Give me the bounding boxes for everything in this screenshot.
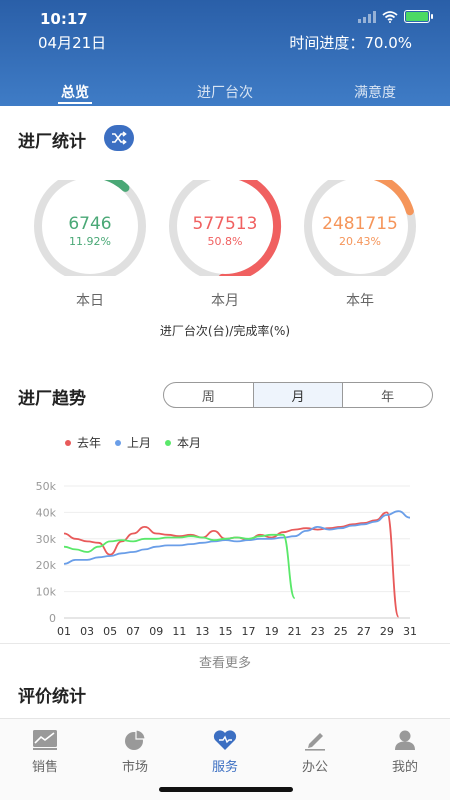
gauge-day: 6746 11.92%: [30, 170, 150, 282]
y-tick-label: 10k: [36, 586, 57, 599]
chart-legend: 去年 上月 本月: [65, 434, 201, 451]
status-icons: [358, 10, 433, 23]
period-year[interactable]: 年: [343, 383, 432, 407]
gauge-percent: 11.92%: [69, 235, 111, 248]
tabbar-label: 市场: [121, 760, 148, 775]
home-indicator: [159, 787, 293, 792]
x-tick-label: 21: [288, 625, 302, 638]
battery-icon: [404, 10, 433, 23]
series-line: [63, 511, 400, 618]
x-tick-label: 31: [403, 625, 417, 638]
tabbar-item-service[interactable]: 服务: [195, 729, 255, 775]
x-tick-label: 11: [172, 625, 186, 638]
gauge-percent: 20.43%: [339, 235, 381, 248]
user-icon: [395, 730, 415, 750]
tabbar-item-market[interactable]: 市场: [105, 729, 165, 775]
x-tick-label: 09: [149, 625, 163, 638]
legend-dot: [115, 439, 122, 446]
legend-item[interactable]: 上月: [115, 434, 151, 451]
time-progress: 时间进度：70.0%: [289, 32, 412, 53]
period-week[interactable]: 周: [164, 383, 254, 407]
y-tick-label: 40k: [36, 506, 57, 519]
legend-item[interactable]: 本月: [165, 434, 201, 451]
gauge-month: 577513 50.8%: [165, 169, 285, 282]
x-tick-label: 01: [57, 625, 71, 638]
signal-icon: [358, 10, 376, 23]
rating-title: 评价统计: [18, 687, 86, 707]
x-tick-label: 15: [218, 625, 232, 638]
series-line: [63, 533, 296, 600]
line-chart-icon: [33, 730, 57, 750]
y-tick-label: 20k: [36, 559, 57, 572]
unit-note: 进厂台次(台)/完成率(%): [159, 324, 291, 338]
gauge-label-year: 本年: [346, 293, 374, 309]
x-tick-label: 13: [195, 625, 209, 638]
tabbar-item-me[interactable]: 我的: [375, 729, 435, 775]
tab-active-indicator: [58, 102, 92, 104]
trend-title: 进厂趋势: [18, 389, 86, 409]
heart-icon: [213, 730, 237, 750]
tab-overview[interactable]: 总览: [61, 82, 89, 102]
legend-dot: [65, 439, 71, 446]
pencil-icon: [305, 733, 325, 751]
divider: [0, 643, 450, 644]
x-tick-label: 17: [242, 625, 256, 638]
top-tabs: 总览 进厂台次 满意度: [0, 72, 450, 106]
status-bar: 10:17: [0, 0, 450, 32]
gauge-percent: 50.8%: [207, 235, 243, 248]
header: 10:17 04月21日 时间进度：70.0% 总览 进厂台次 满意度: [0, 0, 450, 106]
time-progress-label: 时间进度：: [289, 34, 365, 52]
status-time: 10:17: [40, 10, 88, 28]
tab-factory-visits[interactable]: 进厂台次: [197, 82, 253, 102]
tab-satisfaction[interactable]: 满意度: [354, 82, 396, 102]
y-tick-label: 0: [49, 612, 56, 625]
time-progress-value: 70.0%: [364, 34, 412, 52]
x-tick-label: 05: [103, 625, 117, 638]
legend-label: 去年: [77, 436, 102, 450]
gauge-label-day: 本日: [76, 293, 104, 309]
x-tick-label: 29: [380, 625, 394, 638]
gauge-progress-arc: [86, 170, 130, 192]
gauge-year: 2481715 20.43%: [300, 170, 420, 282]
date-row: 04月21日 时间进度：70.0%: [0, 30, 450, 52]
gauge-value: 577513: [192, 214, 258, 234]
period-selector: 周 月 年: [163, 382, 433, 408]
shuffle-button[interactable]: [104, 125, 134, 151]
stats-title: 进厂统计: [18, 132, 86, 152]
gauge-value: 6746: [68, 214, 112, 234]
shuffle-icon: [112, 131, 127, 145]
gauge-progress-arc: [356, 170, 414, 216]
gauge-value: 2481715: [322, 214, 398, 234]
legend-label: 上月: [127, 436, 152, 450]
tabbar-label: 服务: [211, 760, 238, 775]
view-more-link[interactable]: 查看更多: [0, 652, 450, 671]
legend-dot: [165, 439, 172, 446]
x-tick-label: 19: [265, 625, 279, 638]
y-tick-label: 30k: [36, 533, 57, 546]
x-tick-label: 27: [357, 625, 371, 638]
legend-label: 本月: [177, 436, 202, 450]
tabbar-label: 办公: [301, 760, 328, 775]
gauge-label-month: 本月: [211, 293, 239, 309]
tabbar-item-sales[interactable]: 销售: [15, 729, 75, 775]
tabbar-label: 我的: [391, 760, 418, 775]
pie-chart-icon: [125, 729, 146, 750]
tabbar-label: 销售: [31, 760, 58, 775]
current-date: 04月21日: [38, 34, 107, 52]
x-tick-label: 25: [334, 625, 348, 638]
y-tick-label: 50k: [36, 480, 57, 493]
legend-item[interactable]: 去年: [65, 434, 101, 451]
x-tick-label: 23: [311, 625, 325, 638]
wifi-icon: [382, 10, 398, 23]
tabbar-item-office[interactable]: 办公: [285, 729, 345, 775]
x-tick-label: 07: [126, 625, 140, 638]
x-tick-label: 03: [80, 625, 94, 638]
period-month[interactable]: 月: [253, 383, 344, 407]
trend-chart: 0 10k 20k 30k 40k 50k 01 03 05 07 09 11 13 15 17 19 21 23…: [36, 480, 417, 638]
